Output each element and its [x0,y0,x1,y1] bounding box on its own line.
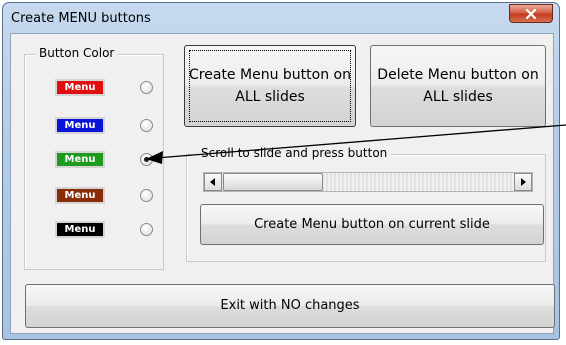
delete-all-button-label: Delete Menu button on ALL slides [377,67,539,105]
swatch-label: Menu [64,154,96,165]
create-current-button-label: Create Menu button on current slide [254,216,490,232]
radio-brown[interactable] [140,189,153,202]
color-swatch-green: Menu [55,151,105,168]
swatch-label: Menu [64,120,96,131]
color-swatch-brown: Menu [55,187,105,204]
swatch-label: Menu [64,224,96,235]
scroll-group-label: Scroll to slide and press button [197,146,392,160]
radio-selected-dot [144,157,149,162]
button-color-group-label: Button Color [35,46,119,60]
dialog-window: Create MENU buttons Button Color Menu Me… [2,2,560,340]
dialog-client-area: Button Color Menu Menu Menu Menu Menu Cr… [10,33,555,334]
exit-button-label: Exit with NO changes [220,298,360,313]
exit-button[interactable]: Exit with NO changes [25,284,555,328]
radio-blue[interactable] [140,119,153,132]
create-all-button[interactable]: Create Menu button on ALL slides [184,45,356,127]
scroll-left-button[interactable] [204,173,222,191]
arrow-left-icon [210,178,215,186]
close-button[interactable] [509,4,553,23]
swatch-label: Menu [64,190,96,201]
delete-all-button[interactable]: Delete Menu button on ALL slides [370,45,546,127]
scroll-thumb[interactable] [223,173,323,191]
close-icon [525,8,537,19]
scroll-right-button[interactable] [514,173,532,191]
arrow-right-icon [521,178,526,186]
swatch-label: Menu [64,82,96,93]
title-bar[interactable]: Create MENU buttons [3,3,559,33]
create-all-button-label: Create Menu button on ALL slides [189,67,351,105]
color-swatch-black: Menu [55,221,105,238]
radio-red[interactable] [140,81,153,94]
color-swatch-blue: Menu [55,117,105,134]
create-current-button[interactable]: Create Menu button on current slide [200,204,544,245]
slide-scrollbar[interactable] [203,172,533,192]
radio-black[interactable] [140,223,153,236]
button-color-group: Button Color Menu Menu Menu Menu Menu [24,46,164,270]
radio-green[interactable] [140,153,153,166]
color-swatch-red: Menu [55,79,105,96]
window-title: Create MENU buttons [11,11,151,26]
